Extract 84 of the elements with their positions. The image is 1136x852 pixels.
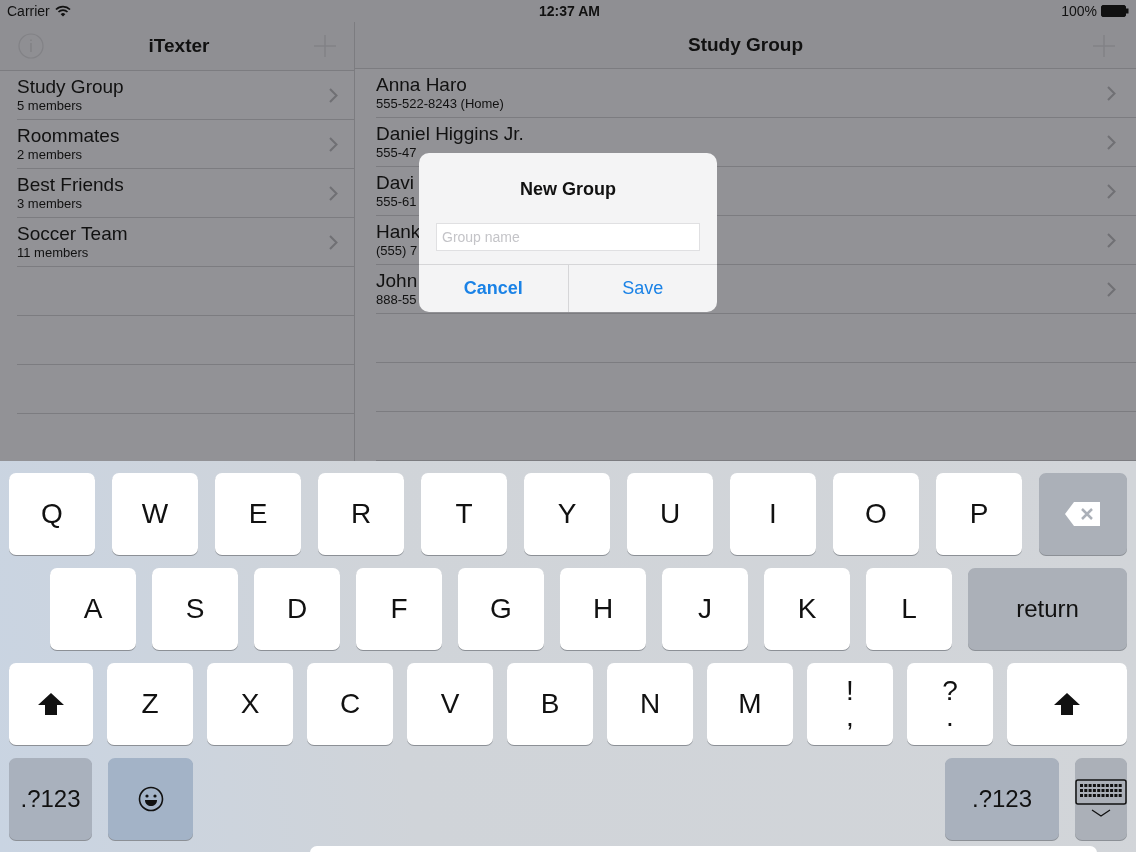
- chevron-right-icon: [329, 136, 338, 152]
- group-row[interactable]: Soccer Team 11 members: [17, 218, 354, 267]
- letter-key[interactable]: C: [307, 663, 393, 745]
- letter-key[interactable]: E: [215, 473, 301, 555]
- shift-arrow-icon: [1053, 692, 1081, 716]
- contact-phone: 555-61: [376, 194, 417, 210]
- dialog-button[interactable]: Cancel: [419, 265, 568, 312]
- group-row[interactable]: Best Friends 3 members: [17, 169, 354, 218]
- contact-phone: 888-55: [376, 292, 417, 308]
- contact-phone: 555-522-8243 (Home): [376, 96, 504, 112]
- contact-name: Anna Haro: [376, 74, 467, 96]
- group-name: Soccer Team: [17, 223, 129, 245]
- letter-key[interactable]: I: [730, 473, 816, 555]
- letter-key[interactable]: H: [560, 568, 646, 650]
- member-count: 2 members: [17, 147, 84, 163]
- letter-key[interactable]: D: [254, 568, 340, 650]
- shift-key[interactable]: [9, 663, 93, 745]
- chevron-right-icon: [1107, 232, 1116, 248]
- group-name-field[interactable]: Group name: [436, 223, 700, 251]
- shift-arrow-icon: [37, 692, 65, 716]
- group-row[interactable]: Study Group 5 members: [17, 71, 354, 120]
- letter-key[interactable]: K: [764, 568, 850, 650]
- hide-keyboard-key[interactable]: [1075, 758, 1127, 840]
- emoji-key[interactable]: [108, 758, 193, 840]
- chevron-right-icon: [1107, 183, 1116, 199]
- battery-percent: 100%: [1061, 1, 1097, 21]
- contact-name: John: [376, 270, 418, 292]
- letter-key[interactable]: N: [607, 663, 693, 745]
- dialog-button[interactable]: Save: [567, 265, 717, 312]
- keyboard-icon: [1075, 779, 1127, 819]
- contact-name: Hank: [376, 221, 421, 243]
- wifi-icon: [54, 5, 71, 17]
- member-count: 11 members: [17, 245, 90, 261]
- contact-name: Daniel Higgins Jr.: [376, 123, 524, 145]
- chevron-right-icon: [329, 87, 338, 103]
- numbers-key[interactable]: .?123: [945, 758, 1059, 840]
- letter-key[interactable]: O: [833, 473, 919, 555]
- letter-key[interactable]: X: [207, 663, 293, 745]
- letter-key[interactable]: J: [662, 568, 748, 650]
- letter-key[interactable]: R: [318, 473, 404, 555]
- group-name: Roommates: [17, 125, 121, 147]
- chevron-right-icon: [329, 185, 338, 201]
- letter-key[interactable]: A: [50, 568, 136, 650]
- smiley-icon: [137, 786, 164, 812]
- backspace-icon: [1064, 501, 1102, 527]
- letter-key[interactable]: ? .: [907, 663, 993, 745]
- letter-key[interactable]: Z: [107, 663, 193, 745]
- carrier-label: Carrier: [7, 1, 50, 21]
- letter-key[interactable]: V: [407, 663, 493, 745]
- contact-phone: (555) 7: [376, 243, 418, 259]
- chevron-right-icon: [329, 234, 338, 250]
- letter-key[interactable]: F: [356, 568, 442, 650]
- member-count: 3 members: [17, 196, 84, 212]
- letter-key[interactable]: U: [627, 473, 713, 555]
- letter-key[interactable]: Y: [524, 473, 610, 555]
- contact-name: Davi: [376, 172, 414, 194]
- group-row[interactable]: Roommates 2 members: [17, 120, 354, 169]
- letter-key[interactable]: Q: [9, 473, 95, 555]
- battery-icon: [1101, 5, 1129, 17]
- return-key[interactable]: return: [968, 568, 1127, 650]
- letter-key[interactable]: S: [152, 568, 238, 650]
- chevron-right-icon: [1107, 85, 1116, 101]
- shift-key[interactable]: [1007, 663, 1127, 745]
- letter-key[interactable]: L: [866, 568, 952, 650]
- group-name: Study Group: [17, 76, 125, 98]
- detail-title: Study Group: [687, 32, 804, 57]
- contact-row[interactable]: Anna Haro 555-522-8243 (Home): [376, 69, 1136, 118]
- sidebar-title: iTexter: [148, 33, 210, 58]
- letter-key[interactable]: T: [421, 473, 507, 555]
- chevron-right-icon: [1107, 134, 1116, 150]
- numbers-key[interactable]: .?123: [9, 758, 92, 840]
- chevron-right-icon: [1107, 281, 1116, 297]
- contact-phone: 555-47: [376, 145, 417, 161]
- delete-key[interactable]: [1039, 473, 1127, 555]
- group-name: Best Friends: [17, 174, 125, 196]
- clock-time: 12:37 AM: [539, 1, 600, 21]
- letter-key[interactable]: M: [707, 663, 793, 745]
- dialog-title: New Group: [519, 178, 617, 201]
- member-count: 5 members: [17, 98, 84, 114]
- letter-key[interactable]: G: [458, 568, 544, 650]
- letter-key[interactable]: P: [936, 473, 1022, 555]
- letter-key[interactable]: W: [112, 473, 198, 555]
- letter-key[interactable]: ! ,: [807, 663, 893, 745]
- letter-key[interactable]: B: [507, 663, 593, 745]
